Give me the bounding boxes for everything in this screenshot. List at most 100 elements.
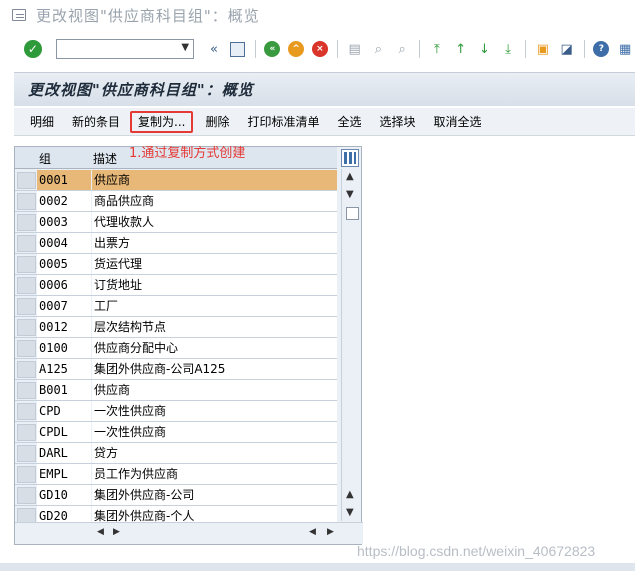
cell-group[interactable]: GD10 — [37, 485, 91, 505]
details-button[interactable]: 明细 — [30, 111, 54, 133]
scroll-down-icon[interactable]: ▼ — [346, 189, 354, 200]
help-icon[interactable]: ? — [591, 39, 611, 59]
row-selector[interactable] — [17, 277, 36, 294]
command-field[interactable]: ▼ — [55, 39, 195, 59]
table-row[interactable]: 0012 层次结构节点 — [15, 317, 337, 338]
table-settings-icon[interactable] — [341, 149, 359, 167]
next-page-icon[interactable]: ↓ — [475, 39, 495, 59]
cell-group[interactable]: 0012 — [37, 317, 91, 337]
scroll-left-icon[interactable]: ◀ — [309, 527, 316, 537]
cell-description[interactable]: 层次结构节点 — [92, 317, 337, 337]
row-selector[interactable] — [17, 298, 36, 315]
cell-description[interactable]: 一次性供应商 — [92, 401, 337, 421]
table-row[interactable]: 0002 商品供应商 — [15, 191, 337, 212]
horizontal-scrollbar[interactable]: ◀ ▶ ◀ ▶ — [15, 522, 363, 544]
back-arrow-icon[interactable]: « — [263, 39, 283, 59]
last-page-icon[interactable]: ⤓ — [498, 39, 518, 59]
print-standard-list-button[interactable]: 打印标准清单 — [248, 111, 320, 133]
table-row[interactable]: CPDL 一次性供应商 — [15, 422, 337, 443]
row-selector[interactable] — [17, 235, 36, 252]
cell-description[interactable]: 商品供应商 — [92, 191, 337, 211]
table-row[interactable]: B001 供应商 — [15, 380, 337, 401]
row-selector[interactable] — [17, 466, 36, 483]
exit-icon[interactable]: ^ — [286, 39, 306, 59]
table-row[interactable]: A125 集团外供应商-公司A125 — [15, 359, 337, 380]
table-row[interactable]: CPD 一次性供应商 — [15, 401, 337, 422]
cell-description[interactable]: 货运代理 — [92, 254, 337, 274]
table-row[interactable]: 0007 工厂 — [15, 296, 337, 317]
first-page-icon[interactable]: ⤒ — [427, 39, 447, 59]
cell-group[interactable]: 0001 — [37, 170, 91, 190]
collapse-icon[interactable]: « — [204, 39, 224, 59]
table-row[interactable]: GD10 集团外供应商-公司 — [15, 485, 337, 506]
cell-group[interactable]: 0007 — [37, 296, 91, 316]
enter-icon[interactable]: ✓ — [24, 40, 42, 58]
copy-as-button[interactable]: 复制为... — [130, 110, 194, 133]
cell-description[interactable]: 出票方 — [92, 233, 337, 253]
chevron-down-icon[interactable]: ▼ — [181, 42, 189, 53]
cell-description[interactable]: 订货地址 — [92, 275, 337, 295]
find-icon[interactable]: ⌕ — [369, 39, 389, 59]
cell-group[interactable]: 0003 — [37, 212, 91, 232]
select-block-button[interactable]: 选择块 — [380, 111, 416, 133]
scroll-right-icon[interactable]: ▶ — [113, 527, 120, 537]
scroll-right-icon[interactable]: ▶ — [327, 527, 334, 537]
scroll-up-icon[interactable]: ▲ — [346, 171, 354, 182]
row-selector[interactable] — [17, 361, 36, 378]
cell-group[interactable]: A125 — [37, 359, 91, 379]
row-selector[interactable] — [17, 424, 36, 441]
table-row[interactable]: 0005 货运代理 — [15, 254, 337, 275]
new-entries-button[interactable]: 新的条目 — [72, 111, 120, 133]
row-selector[interactable] — [17, 319, 36, 336]
cell-group[interactable]: EMPL — [37, 464, 91, 484]
scroll-down-icon[interactable]: ▼ — [346, 507, 354, 518]
cell-group[interactable]: 0100 — [37, 338, 91, 358]
cell-group[interactable]: 0002 — [37, 191, 91, 211]
cell-description[interactable]: 集团外供应商-公司A125 — [92, 359, 337, 379]
cell-group[interactable]: CPD — [37, 401, 91, 421]
table-row[interactable]: EMPL 员工作为供应商 — [15, 464, 337, 485]
select-all-button[interactable]: 全选 — [338, 111, 362, 133]
row-selector[interactable] — [17, 445, 36, 462]
menu-icon[interactable] — [12, 9, 26, 21]
table-row[interactable]: 0100 供应商分配中心 — [15, 338, 337, 359]
cell-description[interactable]: 代理收款人 — [92, 212, 337, 232]
cell-description[interactable]: 员工作为供应商 — [92, 464, 337, 484]
customize-icon[interactable]: ▦ — [615, 39, 635, 59]
row-selector[interactable] — [17, 340, 36, 357]
row-selector[interactable] — [17, 172, 36, 189]
print-icon[interactable]: ▤ — [345, 39, 365, 59]
scroll-up-icon[interactable]: ▲ — [346, 489, 354, 500]
row-selector[interactable] — [17, 256, 36, 273]
table-row[interactable]: 0001 供应商 — [15, 170, 337, 191]
deselect-all-button[interactable]: 取消全选 — [434, 111, 482, 133]
find-next-icon[interactable]: ⌕ — [392, 39, 412, 59]
scroll-thumb[interactable] — [346, 207, 359, 220]
vertical-scrollbar[interactable]: ▲ ▼ ▲ ▼ — [341, 169, 361, 521]
cell-description[interactable]: 贷方 — [92, 443, 337, 463]
cancel-icon[interactable]: × — [310, 39, 330, 59]
delete-button[interactable]: 删除 — [205, 111, 229, 133]
row-selector[interactable] — [17, 193, 36, 210]
row-selector[interactable] — [17, 487, 36, 504]
row-selector[interactable] — [17, 403, 36, 420]
cell-group[interactable]: DARL — [37, 443, 91, 463]
scroll-left-icon[interactable]: ◀ — [97, 527, 104, 537]
column-header-description[interactable]: 描述 — [93, 150, 117, 167]
table-row[interactable]: 0004 出票方 — [15, 233, 337, 254]
row-selector[interactable] — [17, 382, 36, 399]
cell-group[interactable]: 0006 — [37, 275, 91, 295]
column-header-group[interactable]: 组 — [39, 150, 51, 167]
table-row[interactable]: DARL 贷方 — [15, 443, 337, 464]
cell-description[interactable]: 供应商 — [92, 170, 337, 190]
cell-group[interactable]: 0005 — [37, 254, 91, 274]
table-row[interactable]: 0006 订货地址 — [15, 275, 337, 296]
table-row[interactable]: 0003 代理收款人 — [15, 212, 337, 233]
cell-description[interactable]: 工厂 — [92, 296, 337, 316]
save-icon[interactable] — [228, 39, 248, 59]
cell-description[interactable]: 集团外供应商-公司 — [92, 485, 337, 505]
cell-description[interactable]: 供应商分配中心 — [92, 338, 337, 358]
cell-description[interactable]: 一次性供应商 — [92, 422, 337, 442]
cell-group[interactable]: CPDL — [37, 422, 91, 442]
cell-group[interactable]: 0004 — [37, 233, 91, 253]
